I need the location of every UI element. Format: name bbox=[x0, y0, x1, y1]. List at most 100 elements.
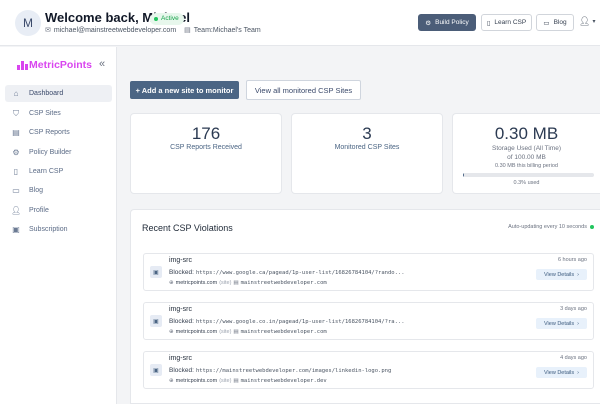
storage-used: 0.30 MB bbox=[494, 124, 559, 143]
sidebar-item-label: CSP Reports bbox=[29, 129, 70, 136]
reports-count: 176 bbox=[191, 124, 221, 143]
account-meta: ✉ michael@mainstreetwebdeveloper.com ▤ T… bbox=[45, 26, 261, 35]
blog-icon: ▭ bbox=[12, 186, 20, 195]
site-icon: ⊕ bbox=[169, 378, 174, 384]
document-icon: ▤ bbox=[233, 280, 239, 286]
sidebar-item-label: Blog bbox=[29, 187, 44, 194]
storage-progress-fill bbox=[463, 173, 464, 177]
sidebar-item-dashboard[interactable]: ⌂ Dashboard bbox=[5, 85, 112, 102]
violation-site-tag: (site) bbox=[219, 329, 232, 335]
sidebar-item-csp-reports[interactable]: ▤ CSP Reports bbox=[5, 124, 112, 141]
storage-percent: 0.3% used bbox=[513, 180, 540, 186]
build-policy-label: Build Policy bbox=[435, 19, 469, 26]
storage-progress-bar bbox=[463, 173, 594, 177]
sidebar-item-label: Dashboard bbox=[29, 90, 64, 97]
blog-button[interactable]: ▭ Blog bbox=[536, 14, 574, 31]
violation-document: mainstreetwebdeveloper.com bbox=[240, 329, 327, 335]
chevron-right-icon: › bbox=[577, 320, 579, 327]
sidebar-item-csp-sites[interactable]: ⛉ CSP Sites bbox=[5, 105, 112, 122]
view-all-sites-button[interactable]: View all monitored CSP Sites bbox=[246, 80, 361, 100]
sidebar-item-label: Subscription bbox=[29, 226, 68, 233]
violation-card[interactable]: ▣ img-src Blocked: https://mainstreetwebd… bbox=[143, 351, 594, 389]
sidebar-item-label: Policy Builder bbox=[29, 149, 72, 156]
view-details-button[interactable]: View Details › bbox=[536, 318, 587, 329]
violation-site-tag: (site) bbox=[219, 280, 232, 286]
violation-site: metricpoints.com bbox=[175, 280, 218, 286]
blocked-uri: https://www.google.ca/pagead/1p-user-lis… bbox=[195, 270, 405, 276]
add-site-button[interactable]: + Add a new site to monitor bbox=[130, 81, 239, 99]
violation-card[interactable]: ▣ img-src Blocked: https://www.google.co.… bbox=[143, 302, 594, 340]
gear-icon: ⚙ bbox=[12, 148, 20, 157]
violation-card[interactable]: ▣ img-src Blocked: https://www.google.ca/… bbox=[143, 253, 594, 291]
sites-label: Monitored CSP Sites bbox=[334, 144, 400, 151]
live-dot-icon bbox=[590, 225, 594, 229]
brand-name: MetricPoints bbox=[29, 59, 93, 71]
brand-logo[interactable]: MetricPoints bbox=[17, 59, 92, 71]
blog-icon: ▭ bbox=[543, 19, 550, 27]
violation-source: ⊕ metricpoints.com (site) ▤ mainstreetwe… bbox=[169, 280, 327, 286]
chevron-right-icon: › bbox=[577, 369, 579, 376]
view-details-button[interactable]: View Details › bbox=[536, 269, 587, 280]
storage-label-line1: Storage Used (All Time) bbox=[492, 145, 561, 152]
build-policy-button[interactable]: ⚙ Build Policy bbox=[418, 14, 476, 31]
violation-document: mainstreetwebdeveloper.dev bbox=[240, 378, 327, 384]
email-icon: ✉ bbox=[45, 27, 51, 34]
card-icon: ▣ bbox=[12, 225, 20, 234]
violation-site: metricpoints.com bbox=[175, 378, 218, 384]
sidebar-item-policy-builder[interactable]: ⚙ Policy Builder bbox=[5, 144, 112, 161]
learn-csp-label: Learn CSP bbox=[494, 19, 527, 26]
image-icon: ▣ bbox=[150, 266, 162, 278]
violation-blocked: Blocked: https://www.google.co.in/pagead/… bbox=[169, 318, 405, 325]
violation-source: ⊕ metricpoints.com (site) ▤ mainstreetwe… bbox=[169, 378, 327, 384]
chevron-down-icon: ▾ bbox=[592, 19, 596, 25]
view-details-label: View Details bbox=[543, 369, 575, 376]
violation-time: 3 days ago bbox=[560, 306, 587, 312]
auto-update-indicator: Auto-updating every 10 seconds bbox=[508, 224, 594, 230]
user-menu-button[interactable]: 👤︎ ▾ bbox=[579, 16, 595, 27]
violation-blocked: Blocked: https://mainstreetwebdeveloper.c… bbox=[169, 367, 391, 374]
user-icon: 👤︎ bbox=[11, 206, 22, 215]
violation-directive: img-src bbox=[169, 355, 192, 362]
account-team: Team:Michael's Team bbox=[193, 26, 261, 34]
sidebar-item-subscription[interactable]: ▣ Subscription bbox=[5, 221, 112, 238]
storage-label: Storage Used (All Time) of 100.00 MB bbox=[453, 144, 600, 162]
view-details-label: View Details bbox=[543, 271, 575, 278]
blocked-uri: https://mainstreetwebdeveloper.com/image… bbox=[195, 368, 392, 374]
account-email: michael@mainstreetwebdeveloper.com bbox=[53, 26, 177, 34]
build-icon: ⚙ bbox=[425, 19, 432, 27]
book-icon: ▯ bbox=[486, 19, 491, 27]
sidebar-item-profile[interactable]: 👤︎ Profile bbox=[5, 202, 112, 219]
image-icon: ▣ bbox=[150, 315, 162, 327]
auto-update-text: Auto-updating every 10 seconds bbox=[508, 224, 587, 230]
site-icon: ⊕ bbox=[169, 329, 174, 335]
violation-blocked: Blocked: https://www.google.ca/pagead/1p-… bbox=[169, 269, 405, 276]
reports-label: CSP Reports Received bbox=[170, 144, 242, 151]
image-icon: ▣ bbox=[150, 364, 162, 376]
violation-time: 4 days ago bbox=[560, 355, 587, 361]
home-icon: ⌂ bbox=[13, 89, 19, 98]
sidebar: MetricPoints « ⌂ Dashboard ⛉ CSP Sites ▤… bbox=[0, 47, 117, 404]
blocked-label: Blocked: bbox=[169, 318, 194, 325]
book-icon: ▯ bbox=[13, 167, 19, 176]
sidebar-item-label: Profile bbox=[29, 207, 49, 214]
stat-card-reports: 176 CSP Reports Received bbox=[130, 113, 282, 194]
sidebar-item-label: CSP Sites bbox=[29, 110, 61, 117]
view-details-button[interactable]: View Details › bbox=[536, 367, 587, 378]
violation-directive: img-src bbox=[169, 306, 192, 313]
collapse-sidebar-icon[interactable]: « bbox=[99, 58, 105, 70]
metricpoints-logo-icon bbox=[17, 60, 28, 70]
storage-billing-period: 0.30 MB this billing period bbox=[495, 163, 558, 169]
document-icon: ▤ bbox=[12, 128, 20, 137]
violation-document: mainstreetwebdeveloper.com bbox=[240, 280, 327, 286]
sidebar-item-blog[interactable]: ▭ Blog bbox=[5, 182, 112, 199]
violations-title: Recent CSP Violations bbox=[142, 223, 233, 233]
violation-site-tag: (site) bbox=[219, 378, 232, 384]
violation-site: metricpoints.com bbox=[175, 329, 218, 335]
learn-csp-button[interactable]: ▯ Learn CSP bbox=[481, 14, 532, 31]
blocked-label: Blocked: bbox=[169, 269, 194, 276]
violation-source: ⊕ metricpoints.com (site) ▤ mainstreetwe… bbox=[169, 329, 327, 335]
top-header: M Welcome back, Michael Active ✉ michael… bbox=[0, 0, 600, 46]
sidebar-item-learn-csp[interactable]: ▯ Learn CSP bbox=[5, 163, 112, 180]
document-icon: ▤ bbox=[233, 378, 239, 384]
status-badge-label: Active bbox=[161, 15, 179, 22]
